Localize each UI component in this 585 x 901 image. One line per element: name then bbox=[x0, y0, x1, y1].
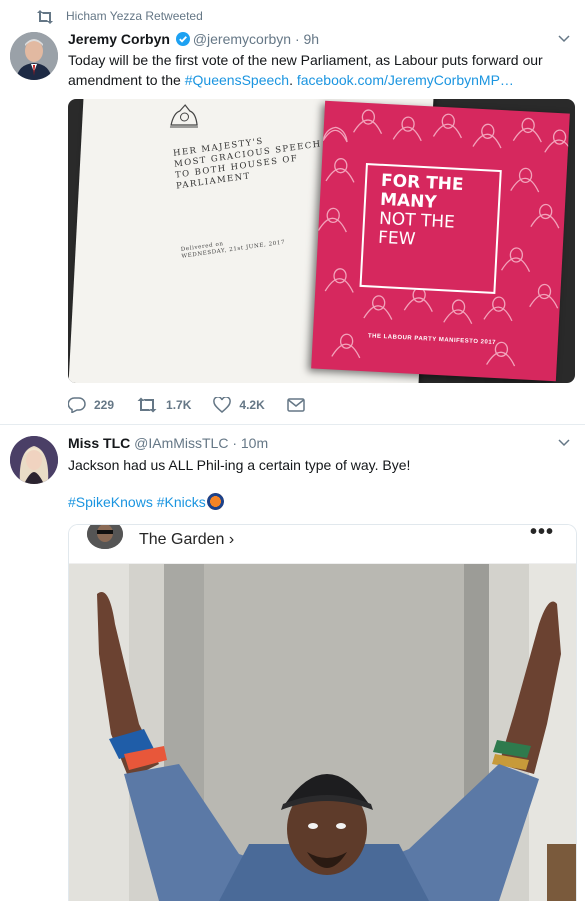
more-options-icon[interactable]: ••• bbox=[530, 525, 554, 544]
manifesto-slogan: FOR THE MANY NOT THE FEW bbox=[359, 162, 502, 294]
reply-button[interactable]: 229 bbox=[68, 397, 114, 413]
like-button[interactable]: 4.2K bbox=[213, 397, 265, 413]
reply-icon bbox=[68, 397, 86, 413]
author-name[interactable]: Jeremy Corbyn bbox=[68, 31, 170, 47]
spike-lee-photo bbox=[69, 564, 576, 901]
tweet-timestamp[interactable]: · 9h bbox=[295, 31, 319, 47]
tweet-header: Jeremy Corbyn @jeremycorbyn · 9h bbox=[68, 31, 319, 47]
labour-manifesto-cover: FOR THE MANY NOT THE FEW THE LABOUR PART… bbox=[311, 100, 570, 382]
envelope-icon bbox=[287, 398, 305, 412]
reply-count: 229 bbox=[94, 398, 115, 412]
tweet-timestamp[interactable]: · 10m bbox=[232, 435, 268, 451]
author-handle[interactable]: @jeremycorbyn bbox=[193, 31, 291, 47]
tweet-text: Jackson had us ALL Phil-ing a certain ty… bbox=[68, 457, 411, 473]
direct-message-button[interactable] bbox=[287, 398, 313, 412]
tweet-header: Miss TLC @IAmMissTLC · 10m bbox=[68, 435, 268, 451]
avatar[interactable] bbox=[10, 32, 58, 80]
location-link[interactable]: The Garden › bbox=[139, 531, 234, 549]
retweet-label[interactable]: Hicham Yezza Retweeted bbox=[66, 9, 203, 23]
tweet-actions: 229 1.7K 4.2K bbox=[68, 397, 335, 413]
chevron-down-icon[interactable] bbox=[557, 31, 571, 45]
author-name[interactable]: Miss TLC bbox=[68, 435, 130, 451]
avatar[interactable] bbox=[10, 436, 58, 484]
tweet-image[interactable]: HER MAJESTY'S MOST GRACIOUS SPEECH TO BO… bbox=[68, 99, 575, 383]
hashtag-link[interactable]: #QueensSpeech bbox=[185, 72, 289, 88]
retweet-icon bbox=[37, 10, 53, 24]
retweet-button[interactable]: 1.7K bbox=[136, 397, 191, 413]
tweet-hashtags: #SpikeKnows #Knicks bbox=[68, 493, 224, 510]
embedded-instagram-card[interactable]: The Garden › ••• bbox=[68, 524, 577, 901]
card-header: The Garden › ••• bbox=[69, 525, 576, 564]
retweet-context: Hicham Yezza Retweeted bbox=[37, 9, 203, 24]
royal-crest-icon bbox=[169, 104, 199, 128]
avatar[interactable] bbox=[87, 525, 123, 549]
tweet-jeremy-corbyn[interactable]: Hicham Yezza Retweeted Jeremy Corbyn @je… bbox=[0, 0, 585, 425]
speech-title: HER MAJESTY'S MOST GRACIOUS SPEECH TO BO… bbox=[172, 136, 322, 192]
author-handle[interactable]: @IAmMissTLC bbox=[134, 435, 228, 451]
tweet-miss-tlc[interactable]: Miss TLC @IAmMissTLC · 10m Jackson had u… bbox=[0, 425, 585, 901]
heart-icon bbox=[213, 397, 232, 413]
hashtag-link[interactable]: #SpikeKnows bbox=[68, 494, 153, 510]
card-photo[interactable] bbox=[69, 564, 576, 901]
retweet-count: 1.7K bbox=[166, 398, 192, 412]
speech-delivered-date: Delivered on WEDNESDAY, 21st JUNE, 2017 bbox=[180, 239, 286, 260]
verified-badge-icon bbox=[175, 32, 190, 46]
external-link[interactable]: facebook.com/JeremyCorbynMP… bbox=[297, 72, 514, 88]
chevron-down-icon[interactable] bbox=[557, 435, 571, 449]
hashtag-link[interactable]: #Knicks bbox=[157, 494, 206, 510]
like-count: 4.2K bbox=[239, 398, 265, 412]
knicks-logo-icon bbox=[206, 493, 224, 510]
retweet-icon bbox=[137, 397, 157, 413]
tweet-text: Today will be the first vote of the new … bbox=[68, 52, 543, 88]
